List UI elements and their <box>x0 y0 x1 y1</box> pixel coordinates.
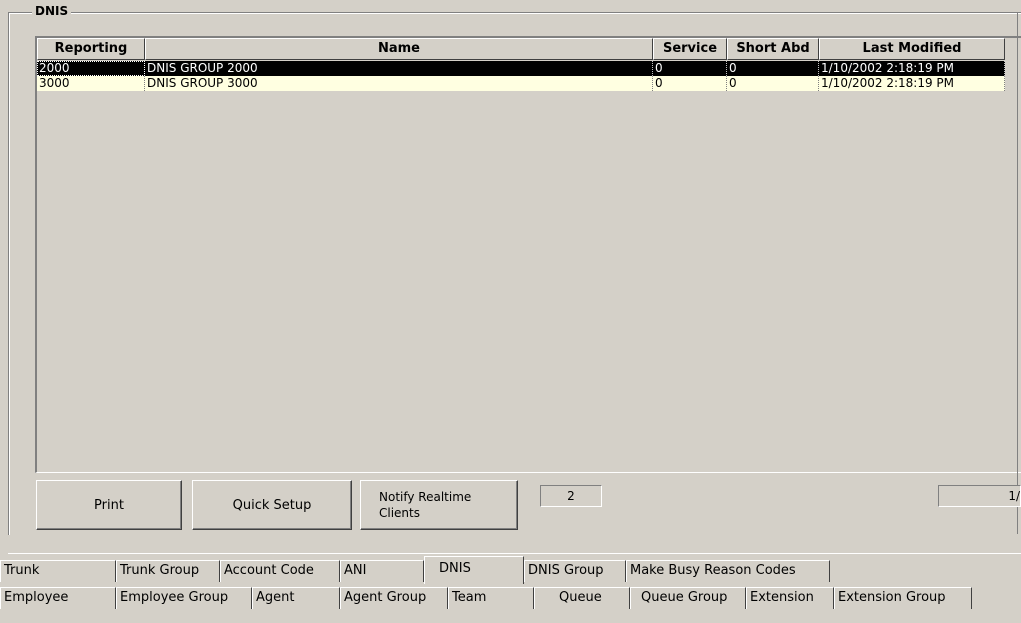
notify-button-label-line1: Notify Realtime <box>379 490 472 504</box>
cell-service: 0 <box>653 61 727 76</box>
cell-last-modified: 1/10/2002 2:18:19 PM <box>819 76 1005 91</box>
tab-agent[interactable]: Agent <box>252 587 340 609</box>
cell-short-abd: 0 <box>727 61 819 76</box>
table-row[interactable]: 2000 DNIS GROUP 2000 0 0 1/10/2002 2:18:… <box>37 61 1005 76</box>
column-header-service[interactable]: Service <box>653 38 727 60</box>
cell-reporting: 2000 <box>37 61 145 76</box>
notify-realtime-clients-button[interactable]: Notify Realtime Clients <box>360 480 518 530</box>
print-button[interactable]: Print <box>36 480 182 530</box>
notify-button-label-line2: Clients <box>379 506 420 520</box>
tab-agent-group[interactable]: Agent Group <box>340 587 448 609</box>
tab-trunk-group[interactable]: Trunk Group <box>116 560 220 582</box>
dnis-grid[interactable]: Reporting Name Service Short Abd Last Mo… <box>35 36 1021 473</box>
record-count-field: 2 <box>540 485 602 507</box>
tab-strip-divider <box>8 553 1021 554</box>
cell-service: 0 <box>653 76 727 91</box>
tab-account-code[interactable]: Account Code <box>220 560 340 582</box>
tab-extension-group[interactable]: Extension Group <box>834 587 972 609</box>
tab-employee-group[interactable]: Employee Group <box>116 587 252 609</box>
tab-queue-group[interactable]: Queue Group <box>630 587 746 609</box>
table-row[interactable]: 3000 DNIS GROUP 3000 0 0 1/10/2002 2:18:… <box>37 76 1005 91</box>
groupbox-title: DNIS <box>32 4 72 18</box>
cell-short-abd: 0 <box>727 76 819 91</box>
tab-dnis[interactable]: DNIS <box>424 556 524 584</box>
column-header-name[interactable]: Name <box>145 38 653 60</box>
tab-make-busy-reason-codes[interactable]: Make Busy Reason Codes <box>626 560 830 582</box>
cell-reporting: 3000 <box>37 76 145 91</box>
cell-name: DNIS GROUP 3000 <box>145 76 653 91</box>
cell-name: DNIS GROUP 2000 <box>145 61 653 76</box>
column-header-short-abd[interactable]: Short Abd <box>727 38 819 60</box>
cell-last-modified: 1/10/2002 2:18:19 PM <box>819 61 1005 76</box>
tab-team[interactable]: Team <box>448 587 534 609</box>
tab-ani[interactable]: ANI <box>340 560 424 582</box>
tab-queue[interactable]: Queue <box>534 587 630 609</box>
quick-setup-button[interactable]: Quick Setup <box>192 480 352 530</box>
tab-dnis-group[interactable]: DNIS Group <box>524 560 626 582</box>
column-header-reporting[interactable]: Reporting <box>37 38 145 60</box>
tab-employee[interactable]: Employee <box>0 587 116 609</box>
record-position-field: 1/ <box>938 485 1021 507</box>
tab-extension[interactable]: Extension <box>746 587 834 609</box>
column-header-last-modified[interactable]: Last Modified <box>819 38 1005 60</box>
panel-edge <box>1017 12 1018 534</box>
tab-trunk[interactable]: Trunk <box>0 560 116 582</box>
